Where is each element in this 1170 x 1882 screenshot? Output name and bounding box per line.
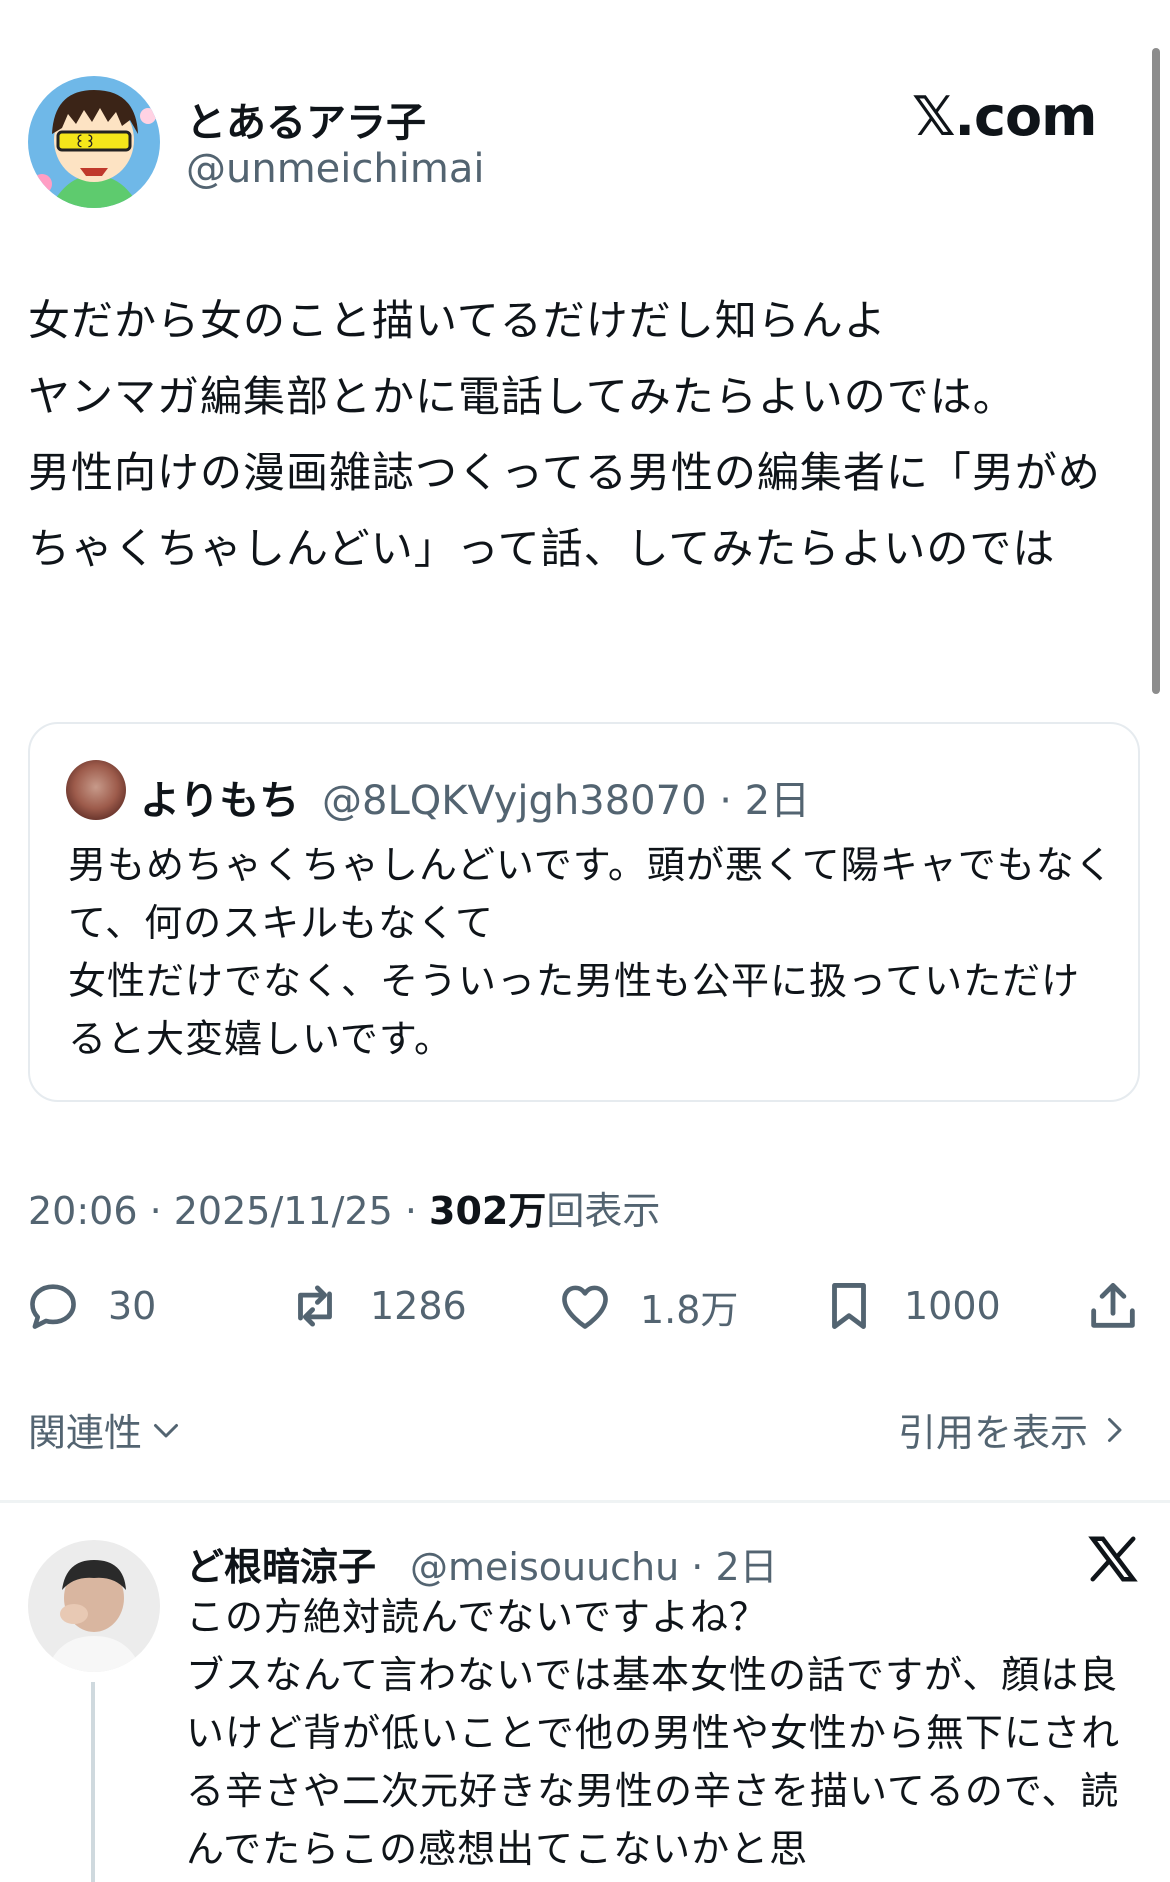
repost-icon (298, 1285, 332, 1327)
quote-text: 男もめちゃくちゃしんどいです。頭が悪くて陽キャでもなくて、何のスキルもなくて 女… (68, 843, 1114, 1061)
views-label: 回表示 (546, 1189, 661, 1233)
x-logo-icon: 𝕏.com (912, 84, 1097, 148)
reply-author-avatar[interactable] (28, 1540, 160, 1672)
quote-author-handle[interactable]: @8LQKVyjgh38070 · 2日 (322, 768, 810, 826)
share-icon (1091, 1283, 1135, 1328)
reply-text: この方絶対読んでないですよね？ ブスなんて言わないでは基本女性の話ですが、顔は良… (186, 1595, 1121, 1871)
like-icon (562, 1285, 608, 1329)
reply-button[interactable]: 30 (24, 1276, 156, 1336)
like-count: 1.8万 (640, 1287, 739, 1332)
bookmark-button[interactable]: 1000 (820, 1276, 1001, 1336)
author-avatar[interactable]: ꒰꒱ (28, 76, 160, 208)
chevron-down-icon (154, 1423, 179, 1437)
quote-author-avatar[interactable] (66, 760, 126, 820)
tweet-text: 女だから女のこと描いてるだけだし知らんよ ヤンマガ編集部とかに電話してみたらよい… (28, 296, 1101, 573)
reply-icon (30, 1284, 76, 1329)
chevron-right-icon (1108, 1417, 1122, 1442)
reply-x-logo (1086, 1532, 1140, 1590)
view-quotes-link[interactable]: 引用を表示 (898, 1402, 1132, 1457)
sort-label: 関連性 (28, 1411, 143, 1455)
bookmark-count: 1000 (904, 1284, 1001, 1328)
tweet-meta: 20:06 · 2025/11/25 · 302万回表示 (28, 1180, 660, 1235)
repost-count: 1286 (370, 1284, 467, 1328)
share-button[interactable] (1084, 1276, 1142, 1336)
divider (0, 1500, 1170, 1503)
timestamp[interactable]: 20:06 · 2025/11/25 · (28, 1189, 429, 1233)
author-handle[interactable]: @unmeichimai (186, 146, 484, 192)
author-name[interactable]: とあるアラ子 (186, 90, 426, 148)
bookmark-icon (832, 1283, 866, 1329)
quote-author-name[interactable]: よりもち (140, 768, 299, 826)
repost-button[interactable]: 1286 (286, 1276, 467, 1336)
scrollbar[interactable] (1152, 48, 1160, 694)
view-quotes-label: 引用を表示 (898, 1411, 1089, 1455)
reply-count: 30 (108, 1284, 157, 1328)
reply-author-name[interactable]: ど根暗涼子 (186, 1536, 376, 1591)
thread-line (91, 1682, 95, 1882)
reply-author-handle[interactable]: @meisouuchu · 2日 (410, 1536, 778, 1591)
x-com-logo: 𝕏.com (912, 84, 1102, 148)
svg-text:꒰꒱: ꒰꒱ (74, 134, 96, 151)
views-count: 302万 (429, 1189, 547, 1233)
like-button[interactable]: 1.8万 (556, 1276, 738, 1336)
x-logo-icon (1088, 1536, 1138, 1582)
sort-dropdown[interactable]: 関連性 (28, 1402, 184, 1457)
